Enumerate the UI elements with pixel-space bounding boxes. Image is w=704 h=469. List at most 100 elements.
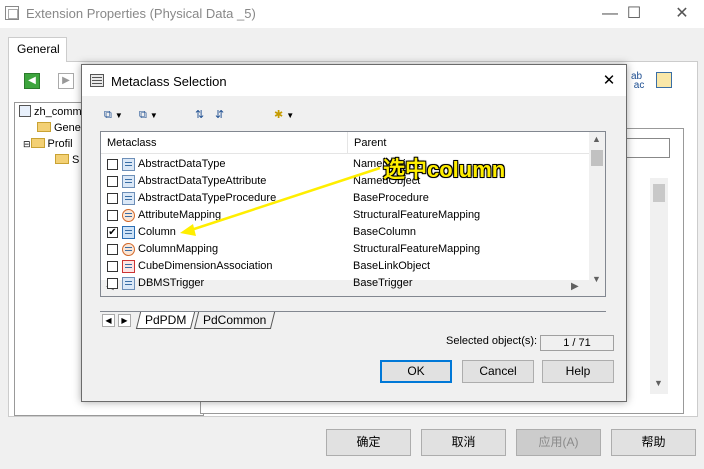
tree-item-label: Gene (54, 122, 81, 134)
tree-item-sub[interactable]: S (55, 153, 79, 168)
help-button[interactable]: Help (542, 360, 614, 383)
abstract-data-type-icon (122, 158, 135, 171)
row-metaclass: AttributeMapping (138, 209, 222, 221)
list-item[interactable]: AbstractDataTypeProcedure BaseProcedure (101, 190, 589, 207)
import-icon[interactable] (656, 72, 672, 88)
row-checkbox-checked[interactable]: ✔ (107, 227, 118, 238)
abstract-data-type-procedure-icon (122, 192, 135, 205)
list-item[interactable]: AttributeMapping StructuralFeatureMappin… (101, 207, 589, 224)
row-parent: StructuralFeatureMapping (353, 243, 481, 255)
metaclass-list[interactable]: Metaclass Parent AbstractDataType NamedO… (100, 131, 606, 297)
find-replace-icon[interactable]: ab ac (631, 72, 644, 91)
background-window-title: Extension Properties (Physical Data _5) (26, 6, 256, 21)
dialog-title-bar: Metaclass Selection ✕ (82, 65, 626, 96)
list-item[interactable]: ✔ Column BaseColumn (101, 224, 589, 241)
tab-scroll-right-icon[interactable]: ▶ (118, 314, 131, 327)
back-arrow-icon[interactable]: ◀ (24, 73, 40, 89)
list-item[interactable]: AbstractDataType NamedObject (101, 156, 589, 173)
sort-ascending-icon[interactable]: ⇅ (195, 106, 204, 124)
tree-item-label: zh_comm (34, 106, 82, 118)
row-parent: BaseColumn (353, 226, 416, 238)
tree-item-label: S (72, 154, 80, 166)
row-metaclass: ColumnMapping (138, 243, 219, 255)
column-header-parent[interactable]: Parent (347, 132, 591, 154)
metaclass-selection-dialog: Metaclass Selection ✕ ⧉ ▼ ⧉ ▼ ⇅ ⇵ ✱ ▼ Metac… (81, 64, 627, 402)
row-checkbox[interactable] (107, 159, 118, 170)
list-item[interactable]: CubeDimensionAssociation BaseLinkObject (101, 258, 589, 275)
tab-scroll-left-icon[interactable]: ◀ (102, 314, 115, 327)
ok-button-zh[interactable]: 确定 (326, 429, 411, 456)
annotation-text: 选中column (383, 157, 506, 182)
row-checkbox[interactable] (107, 193, 118, 204)
row-metaclass: AbstractDataType (138, 158, 226, 170)
folder-icon (55, 154, 69, 164)
row-checkbox[interactable] (107, 210, 118, 221)
cancel-button[interactable]: Cancel (462, 360, 534, 383)
row-checkbox[interactable] (107, 261, 118, 272)
app-icon (5, 6, 19, 20)
row-parent: BaseTrigger (353, 277, 413, 289)
cube-dimension-association-icon (122, 260, 135, 273)
tab-label: PdPDM (145, 313, 187, 327)
tree-item-root[interactable]: zh_comm (19, 105, 82, 120)
model-icon (19, 105, 31, 117)
deselect-all-icon[interactable]: ⧉ ▼ (139, 106, 158, 124)
row-checkbox[interactable] (107, 176, 118, 187)
tree-item-label: Profil (47, 138, 73, 150)
filter-icon[interactable]: ✱ ▼ (274, 106, 294, 124)
column-header-metaclass[interactable]: Metaclass (101, 132, 347, 154)
dialog-icon (90, 74, 104, 87)
scroll-down-icon[interactable]: ▼ (592, 274, 601, 284)
dropdown-arrow-icon[interactable]: ▼ (286, 111, 294, 120)
dropdown-arrow-icon[interactable]: ▼ (150, 111, 158, 120)
folder-icon (37, 122, 51, 132)
selected-objects-count: 1 / 71 (540, 335, 614, 351)
abstract-data-type-attribute-icon (122, 175, 135, 188)
list-vertical-scrollbar[interactable]: ▲ ▼ (589, 132, 605, 296)
maximize-icon[interactable]: ☐ (622, 4, 646, 24)
row-metaclass: Column (138, 226, 176, 238)
cancel-button-zh[interactable]: 取消 (421, 429, 506, 456)
row-parent: StructuralFeatureMapping (353, 209, 481, 221)
scrollbar-thumb[interactable] (653, 184, 665, 202)
row-metaclass: AbstractDataTypeAttribute (138, 175, 267, 187)
scrollbar-thumb[interactable] (591, 150, 603, 166)
column-mapping-icon (122, 243, 135, 256)
dialog-title: Metaclass Selection (111, 74, 227, 89)
tab-label: PdCommon (203, 313, 267, 327)
collapse-icon[interactable]: ⊟ (23, 139, 31, 149)
tab-general[interactable]: General (8, 37, 67, 62)
close-icon[interactable]: ✕ (670, 4, 694, 24)
sort-descending-icon[interactable]: ⇵ (215, 106, 224, 124)
row-metaclass: DBMSTrigger (138, 277, 205, 289)
dialog-close-icon[interactable]: ✕ (598, 71, 620, 91)
help-button-zh[interactable]: 帮助 (611, 429, 696, 456)
attribute-mapping-icon (122, 209, 135, 222)
list-item[interactable]: DBMSTrigger BaseTrigger (101, 275, 589, 292)
list-item[interactable]: ColumnMapping StructuralFeatureMapping (101, 241, 589, 258)
background-scrollbar[interactable]: ▼ (650, 178, 668, 394)
row-checkbox[interactable] (107, 244, 118, 255)
select-all-icon[interactable]: ⧉ ▼ (104, 106, 123, 124)
selected-objects-label: Selected object(s): (446, 335, 538, 347)
column-icon (122, 226, 135, 239)
row-metaclass: AbstractDataTypeProcedure (138, 192, 277, 204)
tree-item-profile[interactable]: ⊟ Profil (23, 137, 73, 152)
dropdown-arrow-icon[interactable]: ▼ (115, 111, 123, 120)
list-item[interactable]: AbstractDataTypeAttribute NamedObject (101, 173, 589, 190)
apply-button-zh[interactable]: 应用(A) (516, 429, 601, 456)
ok-button[interactable]: OK (380, 360, 452, 383)
background-title-bar: Extension Properties (Physical Data _5) … (0, 0, 704, 28)
scroll-up-icon[interactable]: ▲ (592, 134, 601, 144)
tab-pdcommon[interactable]: PdCommon (193, 312, 276, 329)
row-parent: BaseLinkObject (353, 260, 431, 272)
scroll-down-icon[interactable]: ▼ (654, 378, 663, 388)
forward-arrow-icon[interactable]: ▶ (58, 73, 74, 89)
tree-item-general[interactable]: Gene (37, 121, 81, 136)
row-metaclass: CubeDimensionAssociation (138, 260, 273, 272)
folder-icon (30, 138, 45, 148)
minimize-icon[interactable]: — (598, 4, 622, 24)
dbms-trigger-icon (122, 277, 135, 290)
tab-pdpdm[interactable]: PdPDM (135, 312, 196, 329)
row-checkbox[interactable] (107, 278, 118, 289)
